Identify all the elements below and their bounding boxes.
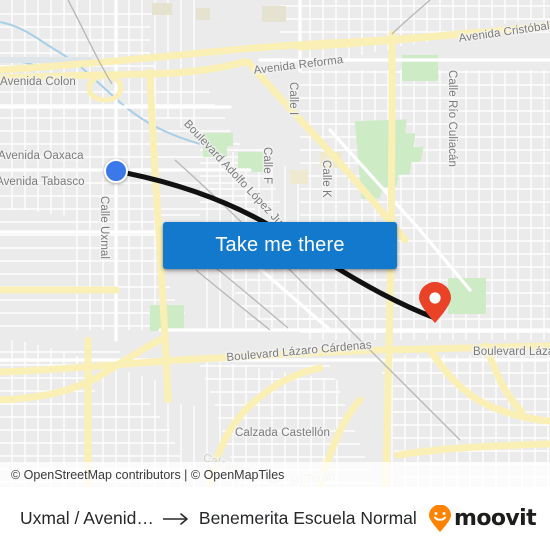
moovit-map-screen: Avenida Cristóbal Avenida Colon Avenida Re… — [0, 0, 550, 550]
attribution-text[interactable]: © OpenStreetMap contributors | © OpenMap… — [11, 468, 284, 482]
arrow-right-icon — [162, 512, 188, 525]
trip-footer-bar: Uxmal / Avenid… Benemerita Escuela Norma… — [0, 487, 550, 550]
trip-destination-label: Benemerita Escuela Normal Urb… — [198, 508, 420, 528]
moovit-pin-icon — [429, 504, 452, 532]
map-canvas[interactable]: Avenida Cristóbal Avenida Colon Avenida Re… — [0, 0, 550, 487]
take-me-there-button[interactable]: Take me there — [163, 222, 397, 269]
moovit-logo[interactable]: moovit — [420, 504, 537, 533]
moovit-wordmark: moovit — [454, 506, 537, 531]
trip-origin-label: Uxmal / Avenid… — [20, 508, 154, 528]
origin-dot-icon[interactable] — [104, 159, 128, 183]
map-attribution: © OpenStreetMap contributors | © OpenMap… — [0, 462, 550, 487]
trip-summary: Uxmal / Avenid… Benemerita Escuela Norma… — [20, 508, 420, 529]
destination-pin-icon[interactable] — [417, 282, 453, 324]
take-me-there-label: Take me there — [215, 234, 345, 256]
